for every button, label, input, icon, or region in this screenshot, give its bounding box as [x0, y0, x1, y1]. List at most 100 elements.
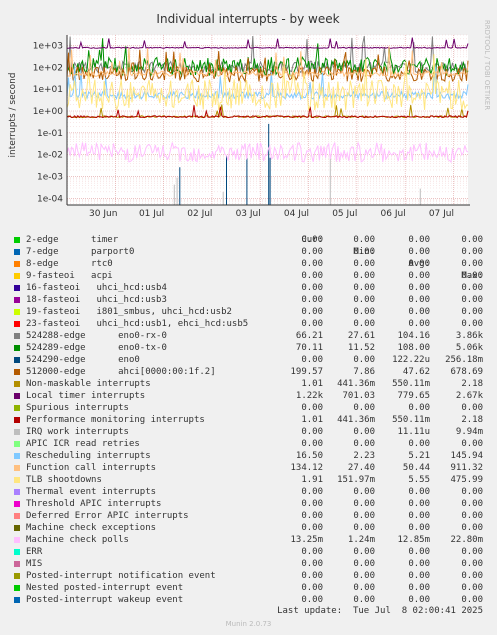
legend-avg-value: 108.00	[397, 343, 430, 353]
x-tick-label: 02 Jul	[187, 209, 212, 219]
legend-item: 23-fasteoi uhci_hcd:usb1, ehci_hcd:usb5 0…	[0, 318, 497, 330]
legend-cur-value: 70.11	[295, 343, 323, 353]
legend-label: 524288-edge eno0-rx-0	[26, 331, 167, 341]
legend-label: 7-edge parport0	[26, 247, 135, 257]
legend-max-value: 0.00	[461, 259, 483, 269]
legend-cur-value: 0.00	[301, 307, 323, 317]
legend-item: 512000-edge ahci[0000:00:1f.2] 199.57 7.86…	[0, 366, 497, 378]
legend-avg-value: 0.00	[408, 523, 430, 533]
legend-avg-value: 0.00	[408, 271, 430, 281]
legend-item: 7-edge parport0 0.00 0.00 0.00 0.00	[0, 246, 497, 258]
legend-min-value: 0.00	[353, 259, 375, 269]
legend-swatch	[14, 333, 20, 339]
legend-cur-value: 13.25m	[290, 535, 323, 545]
legend-avg-value: 550.11m	[392, 415, 430, 425]
x-tick-label: 01 Jul	[139, 209, 164, 219]
legend-min-value: 0.00	[353, 355, 375, 365]
legend-swatch	[14, 453, 20, 459]
x-tick-label: 07 Jul	[429, 209, 454, 219]
legend-min-value: 0.00	[353, 403, 375, 413]
legend-avg-value: 0.00	[408, 595, 430, 605]
legend-label: 524290-edge eno0	[26, 355, 140, 365]
legend-max-value: 256.18m	[445, 355, 483, 365]
legend-item: APIC ICR read retries 0.00 0.00 0.00 0.00	[0, 438, 497, 450]
legend-avg-value: 0.00	[408, 319, 430, 329]
legend-avg-value: 0.00	[408, 307, 430, 317]
y-tick-label: 1e-03	[37, 173, 63, 183]
legend-item: Local timer interrupts 1.22k 701.03 779.65 2…	[0, 390, 497, 402]
legend-min-value: 7.86	[353, 367, 375, 377]
legend-min-value: 0.00	[353, 511, 375, 521]
legend-avg-value: 122.22u	[392, 355, 430, 365]
legend-rows: 2-edge timer 0.00 0.00 0.00 0.00 7-edge parpo…	[0, 234, 497, 606]
legend-min-value: 0.00	[353, 595, 375, 605]
legend-swatch	[14, 309, 20, 315]
legend-cur-value: 0.00	[301, 571, 323, 581]
legend-label: IRQ work interrupts	[26, 427, 129, 437]
legend-item: ERR 0.00 0.00 0.00 0.00	[0, 546, 497, 558]
legend-max-value: 2.18	[461, 379, 483, 389]
legend-label: 2-edge timer	[26, 235, 119, 245]
legend-max-value: 0.00	[461, 235, 483, 245]
legend-max-value: 3.86k	[455, 331, 483, 341]
legend-max-value: 0.00	[461, 523, 483, 533]
legend-cur-value: 0.00	[301, 427, 323, 437]
legend-avg-value: 5.21	[408, 451, 430, 461]
legend-swatch	[14, 249, 20, 255]
legend-swatch	[14, 261, 20, 267]
legend-max-value: 0.00	[461, 595, 483, 605]
legend-label: 8-edge rtc0	[26, 259, 113, 269]
side-label: RRDTOOL / TOBI OETIKER	[483, 20, 491, 110]
legend-min-value: 0.00	[353, 499, 375, 509]
legend-cur-value: 0.00	[301, 595, 323, 605]
legend-min-value: 0.00	[353, 319, 375, 329]
legend-label: Performance monitoring interrupts	[26, 415, 205, 425]
legend-item: 9-fasteoi acpi 0.00 0.00 0.00 0.00	[0, 270, 497, 282]
legend-item: 19-fasteoi i801_smbus, uhci_hcd:usb2 0.00…	[0, 306, 497, 318]
legend-item: 18-fasteoi uhci_hcd:usb3 0.00 0.00 0.00 0.00	[0, 294, 497, 306]
legend-cur-value: 0.00	[301, 319, 323, 329]
legend-avg-value: 50.44	[402, 463, 430, 473]
legend-min-value: 441.36m	[337, 379, 375, 389]
legend-min-value: 0.00	[353, 571, 375, 581]
legend-item: MIS 0.00 0.00 0.00 0.00	[0, 558, 497, 570]
legend-max-value: 0.00	[461, 319, 483, 329]
legend-label: Nested posted-interrupt event	[26, 583, 184, 593]
y-tick-label: 1e+00	[33, 107, 64, 117]
legend-max-value: 475.99	[450, 475, 483, 485]
legend-label: 9-fasteoi acpi	[26, 271, 113, 281]
legend-max-value: 9.94m	[455, 427, 483, 437]
legend-avg-value: 0.00	[408, 247, 430, 257]
legend-cur-value: 0.00	[301, 547, 323, 557]
legend-max-value: 2.18	[461, 415, 483, 425]
legend-cur-value: 16.50	[295, 451, 323, 461]
legend-cur-value: 134.12	[290, 463, 323, 473]
legend-cur-value: 66.21	[295, 331, 323, 341]
legend-swatch	[14, 465, 20, 471]
legend-swatch	[14, 369, 20, 375]
legend-cur-value: 0.00	[301, 523, 323, 533]
legend-item: Posted-interrupt notification event 0.00 0…	[0, 570, 497, 582]
legend-max-value: 911.32	[450, 463, 483, 473]
legend-swatch	[14, 429, 20, 435]
legend-max-value: 5.06k	[455, 343, 483, 353]
legend-item: Deferred Error APIC interrupts 0.00 0.00 0.…	[0, 510, 497, 522]
legend-swatch	[14, 537, 20, 543]
legend-avg-value: 104.16	[397, 331, 430, 341]
legend-item: Function call interrupts 134.12 27.40 50.44…	[0, 462, 497, 474]
legend-swatch	[14, 357, 20, 363]
legend-cur-value: 0.00	[301, 259, 323, 269]
y-tick-label: 1e+01	[33, 85, 63, 95]
legend-min-value: 2.23	[353, 451, 375, 461]
legend-min-value: 0.00	[353, 427, 375, 437]
y-tick-label: 1e-02	[37, 151, 63, 161]
legend-min-value: 11.52	[347, 343, 375, 353]
legend-max-value: 678.69	[450, 367, 483, 377]
legend-label: Posted-interrupt notification event	[26, 571, 216, 581]
legend-cur-value: 0.00	[301, 511, 323, 521]
legend-swatch	[14, 597, 20, 603]
legend-avg-value: 0.00	[408, 559, 430, 569]
legend-swatch	[14, 321, 20, 327]
legend-avg-value: 11.11u	[397, 427, 430, 437]
legend-swatch	[14, 561, 20, 567]
